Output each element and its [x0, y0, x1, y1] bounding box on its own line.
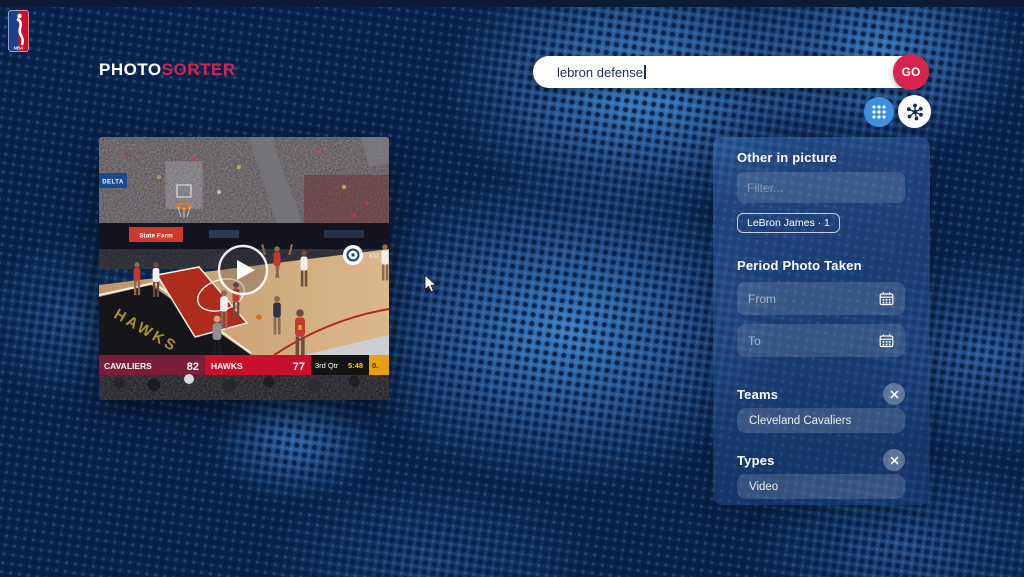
svg-text:DELTA: DELTA	[102, 180, 124, 186]
close-icon	[890, 390, 898, 398]
cluster-view-icon	[906, 103, 923, 120]
text-caret	[644, 65, 646, 79]
delta-sign: DELTA	[99, 173, 127, 188]
person-chip[interactable]: LeBron James · 1	[737, 213, 840, 233]
search-bar: lebron defense GO	[533, 54, 929, 90]
svg-text:KU: KU	[369, 253, 379, 260]
game-clock: 5:48	[348, 361, 363, 370]
date-from-placeholder: From	[748, 291, 776, 306]
home-score: 77	[293, 361, 305, 373]
types-value[interactable]: Video	[737, 474, 905, 499]
away-team: CAVALIERS	[104, 361, 152, 371]
app-logo: PHOTOSORTER	[99, 60, 235, 80]
search-query-text: lebron defense	[557, 64, 644, 80]
brand-photo: PHOTO	[99, 60, 162, 79]
arena-crowd	[99, 137, 389, 225]
date-to-placeholder: To	[748, 333, 761, 348]
game-period: 3rd Qtr	[315, 361, 339, 370]
teams-value[interactable]: Cleveland Cavaliers	[737, 408, 905, 433]
corner-indicator: 0.	[372, 361, 378, 370]
video-result-thumbnail[interactable]: DELTA State Farm HAWKS KU 8 CAVALIERS 82…	[99, 137, 389, 400]
brand-sorter: SORTER	[161, 60, 236, 79]
grid-view-icon	[872, 104, 886, 119]
svg-text:NBA: NBA	[14, 46, 24, 51]
foreground-crowd	[99, 374, 389, 400]
cluster-view-button[interactable]	[898, 95, 931, 128]
date-from-field[interactable]: From	[737, 282, 905, 315]
view-toggle-group	[864, 95, 931, 128]
calendar-icon	[879, 334, 894, 348]
play-icon[interactable]	[217, 244, 269, 296]
grid-view-button[interactable]	[864, 96, 894, 127]
other-in-picture-heading: Other in picture	[737, 150, 837, 165]
search-input[interactable]: lebron defense	[533, 65, 888, 80]
svg-text:State Farm: State Farm	[139, 233, 173, 240]
teams-heading: Teams	[737, 386, 779, 402]
date-to-field[interactable]: To	[737, 324, 905, 357]
home-team: HAWKS	[211, 361, 243, 371]
top-strip	[0, 0, 1024, 7]
go-button[interactable]: GO	[893, 54, 929, 90]
basketball	[256, 314, 262, 320]
teams-clear-button[interactable]	[883, 383, 905, 405]
svg-text:8: 8	[298, 325, 302, 332]
close-icon	[890, 456, 898, 464]
away-score: 82	[187, 361, 199, 373]
filter-panel: Other in picture LeBron James · 1 Period…	[713, 137, 930, 505]
scoreboard: CAVALIERS 82 HAWKS 77 3rd Qtr 5:48 0.	[99, 355, 389, 375]
types-heading: Types	[737, 452, 775, 468]
other-filter-input[interactable]	[737, 172, 905, 203]
nba-logo: NBA	[8, 10, 29, 57]
types-clear-button[interactable]	[883, 449, 905, 471]
period-heading: Period Photo Taken	[737, 258, 862, 273]
calendar-icon	[879, 292, 894, 306]
